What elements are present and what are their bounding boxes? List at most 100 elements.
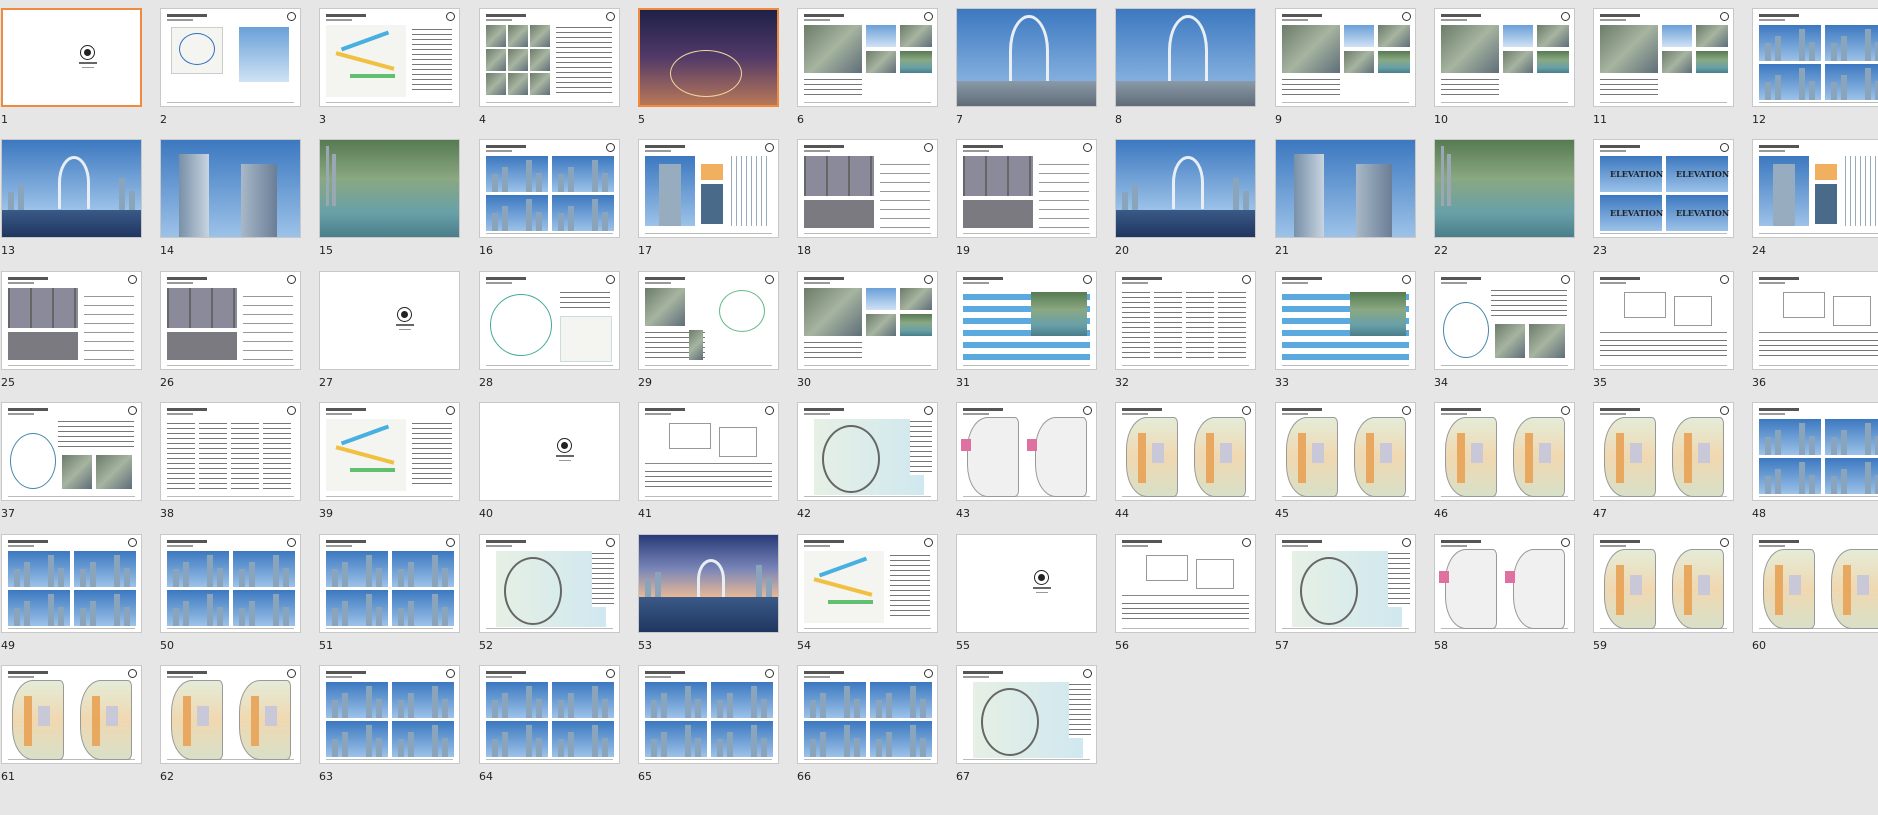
slide-thumbnail-11[interactable]: 11	[1593, 8, 1734, 128]
slide-preview[interactable]	[956, 402, 1097, 501]
slide-preview[interactable]	[1115, 8, 1256, 107]
slide-thumbnail-9[interactable]: 9	[1275, 8, 1416, 128]
slide-preview[interactable]	[160, 665, 301, 764]
slide-thumbnail-4[interactable]: 4	[479, 8, 620, 128]
slide-thumbnail-51[interactable]: 51	[319, 534, 460, 654]
slide-preview[interactable]	[1115, 534, 1256, 633]
slide-thumbnail-49[interactable]: 49	[1, 534, 142, 654]
slide-thumbnail-52[interactable]: 52	[479, 534, 620, 654]
slide-thumbnail-31[interactable]: 31	[956, 271, 1097, 391]
slide-thumbnail-60[interactable]: 60	[1752, 534, 1878, 654]
slide-preview[interactable]	[956, 534, 1097, 633]
slide-thumbnail-27[interactable]: 27	[319, 271, 460, 391]
slide-thumbnail-32[interactable]: 32	[1115, 271, 1256, 391]
slide-thumbnail-10[interactable]: 10	[1434, 8, 1575, 128]
slide-thumbnail-5[interactable]: 5	[638, 8, 779, 128]
slide-preview[interactable]	[479, 402, 620, 501]
slide-preview[interactable]	[1115, 271, 1256, 370]
slide-thumbnail-21[interactable]: 21	[1275, 139, 1416, 259]
slide-preview[interactable]	[638, 534, 779, 633]
slide-thumbnail-39[interactable]: 39	[319, 402, 460, 522]
slide-thumbnail-46[interactable]: 46	[1434, 402, 1575, 522]
slide-thumbnail-19[interactable]: 19	[956, 139, 1097, 259]
slide-thumbnail-45[interactable]: 45	[1275, 402, 1416, 522]
slide-thumbnail-53[interactable]: 53	[638, 534, 779, 654]
slide-preview[interactable]	[160, 534, 301, 633]
slide-preview[interactable]	[1434, 402, 1575, 501]
slide-preview[interactable]	[1275, 139, 1416, 238]
slide-preview[interactable]	[319, 402, 460, 501]
slide-preview[interactable]	[638, 271, 779, 370]
slide-preview[interactable]	[956, 271, 1097, 370]
slide-thumbnail-3[interactable]: 3	[319, 8, 460, 128]
slide-thumbnail-8[interactable]: 8	[1115, 8, 1256, 128]
slide-thumbnail-54[interactable]: 54	[797, 534, 938, 654]
slide-preview[interactable]	[1434, 139, 1575, 238]
slide-thumbnail-62[interactable]: 62	[160, 665, 301, 785]
slide-preview[interactable]	[160, 139, 301, 238]
slide-thumbnail-50[interactable]: 50	[160, 534, 301, 654]
slide-preview[interactable]	[1752, 139, 1878, 238]
slide-thumbnail-2[interactable]: 2	[160, 8, 301, 128]
slide-thumbnail-66[interactable]: 66	[797, 665, 938, 785]
slide-thumbnail-58[interactable]: 58	[1434, 534, 1575, 654]
slide-thumbnail-36[interactable]: 36	[1752, 271, 1878, 391]
slide-thumbnail-20[interactable]: 20	[1115, 139, 1256, 259]
slide-preview[interactable]	[479, 534, 620, 633]
slide-preview[interactable]	[319, 8, 460, 107]
slide-preview[interactable]	[319, 534, 460, 633]
slide-thumbnail-23[interactable]: ELEVATION ELEVATION ELEVATION ELEVATION 23	[1593, 139, 1734, 259]
slide-thumbnail-16[interactable]: 16	[479, 139, 620, 259]
slide-thumbnail-67[interactable]: 67	[956, 665, 1097, 785]
slide-preview[interactable]	[319, 665, 460, 764]
slide-preview[interactable]	[479, 271, 620, 370]
slide-thumbnail-47[interactable]: 47	[1593, 402, 1734, 522]
slide-thumbnail-6[interactable]: 6	[797, 8, 938, 128]
slide-thumbnail-43[interactable]: 43	[956, 402, 1097, 522]
slide-preview[interactable]	[319, 139, 460, 238]
slide-preview[interactable]	[160, 402, 301, 501]
slide-preview[interactable]	[160, 8, 301, 107]
slide-thumbnail-1[interactable]: 1	[1, 8, 142, 128]
slide-preview[interactable]	[1434, 271, 1575, 370]
slide-preview[interactable]	[797, 665, 938, 764]
slide-preview[interactable]	[638, 8, 779, 107]
slide-preview[interactable]	[1, 534, 142, 633]
slide-preview[interactable]	[956, 8, 1097, 107]
slide-preview[interactable]	[1593, 8, 1734, 107]
slide-preview[interactable]	[1, 665, 142, 764]
slide-thumbnail-29[interactable]: 29	[638, 271, 779, 391]
slide-preview[interactable]	[1752, 8, 1878, 107]
slide-thumbnail-48[interactable]: 48	[1752, 402, 1878, 522]
slide-thumbnail-28[interactable]: 28	[479, 271, 620, 391]
slide-preview[interactable]	[479, 8, 620, 107]
slide-thumbnail-55[interactable]: 55	[956, 534, 1097, 654]
slide-thumbnail-25[interactable]: 25	[1, 271, 142, 391]
slide-preview[interactable]	[1434, 8, 1575, 107]
slide-thumbnail-17[interactable]: 17	[638, 139, 779, 259]
slide-preview[interactable]	[797, 534, 938, 633]
slide-preview[interactable]	[1115, 139, 1256, 238]
slide-preview[interactable]	[1, 271, 142, 370]
slide-thumbnail-65[interactable]: 65	[638, 665, 779, 785]
slide-preview[interactable]	[1752, 271, 1878, 370]
slide-preview[interactable]	[638, 665, 779, 764]
slide-thumbnail-7[interactable]: 7	[956, 8, 1097, 128]
slide-preview[interactable]	[1, 8, 142, 107]
slide-thumbnail-22[interactable]: 22	[1434, 139, 1575, 259]
slide-preview[interactable]	[1434, 534, 1575, 633]
slide-preview[interactable]	[1115, 402, 1256, 501]
slide-preview[interactable]	[956, 665, 1097, 764]
slide-thumbnail-64[interactable]: 64	[479, 665, 620, 785]
slide-thumbnail-34[interactable]: 34	[1434, 271, 1575, 391]
slide-preview[interactable]	[1752, 402, 1878, 501]
slide-preview[interactable]	[638, 402, 779, 501]
slide-thumbnail-14[interactable]: 14	[160, 139, 301, 259]
slide-preview[interactable]	[1593, 402, 1734, 501]
slide-thumbnail-44[interactable]: 44	[1115, 402, 1256, 522]
slide-thumbnail-57[interactable]: 57	[1275, 534, 1416, 654]
slide-preview[interactable]	[1752, 534, 1878, 633]
slide-thumbnail-15[interactable]: 15	[319, 139, 460, 259]
slide-preview[interactable]	[797, 139, 938, 238]
slide-thumbnail-40[interactable]: 40	[479, 402, 620, 522]
